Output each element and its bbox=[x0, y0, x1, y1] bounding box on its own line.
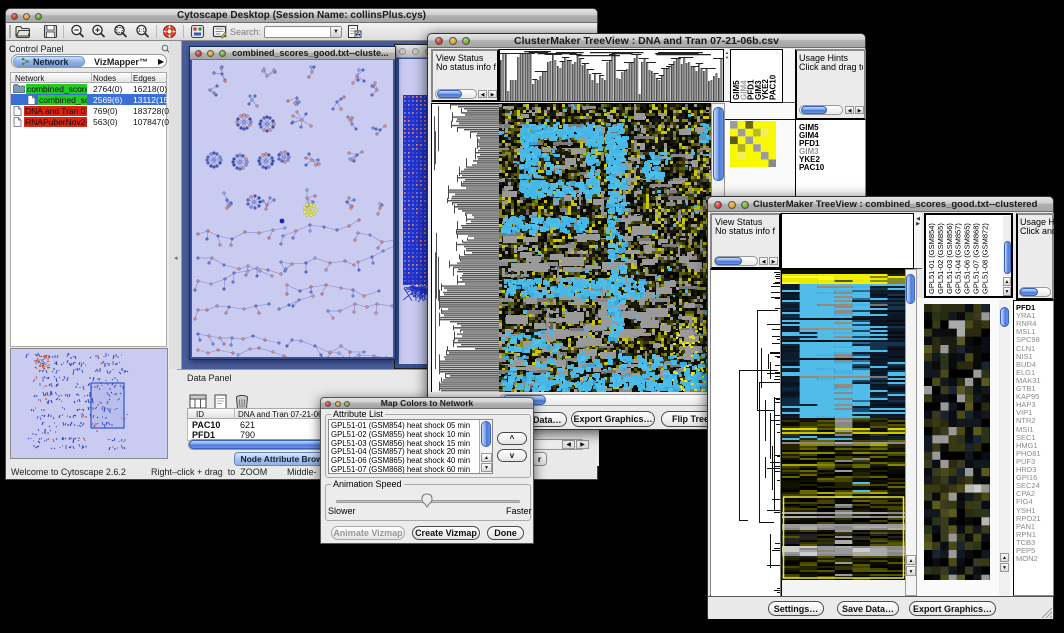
svg-text:1:1: 1:1 bbox=[138, 28, 146, 34]
svg-text:GPL51-02 (GSM855): GPL51-02 (GSM855) bbox=[936, 223, 945, 294]
svg-text:PAC10: PAC10 bbox=[769, 74, 778, 100]
svg-text:GPL51-07 (GSM868): GPL51-07 (GSM868) bbox=[972, 223, 981, 294]
svg-text:GPL51-08 (GSM872): GPL51-08 (GSM872) bbox=[980, 223, 989, 294]
svg-text:GPL51-06 (GSM865): GPL51-06 (GSM865) bbox=[963, 223, 972, 294]
svg-text:GPL51-04 (GSM857): GPL51-04 (GSM857) bbox=[954, 223, 963, 294]
svg-text:GPL51-01 (GSM854): GPL51-01 (GSM854) bbox=[927, 223, 936, 294]
svg-text:GPL51-03 (GSM856): GPL51-03 (GSM856) bbox=[945, 223, 954, 294]
